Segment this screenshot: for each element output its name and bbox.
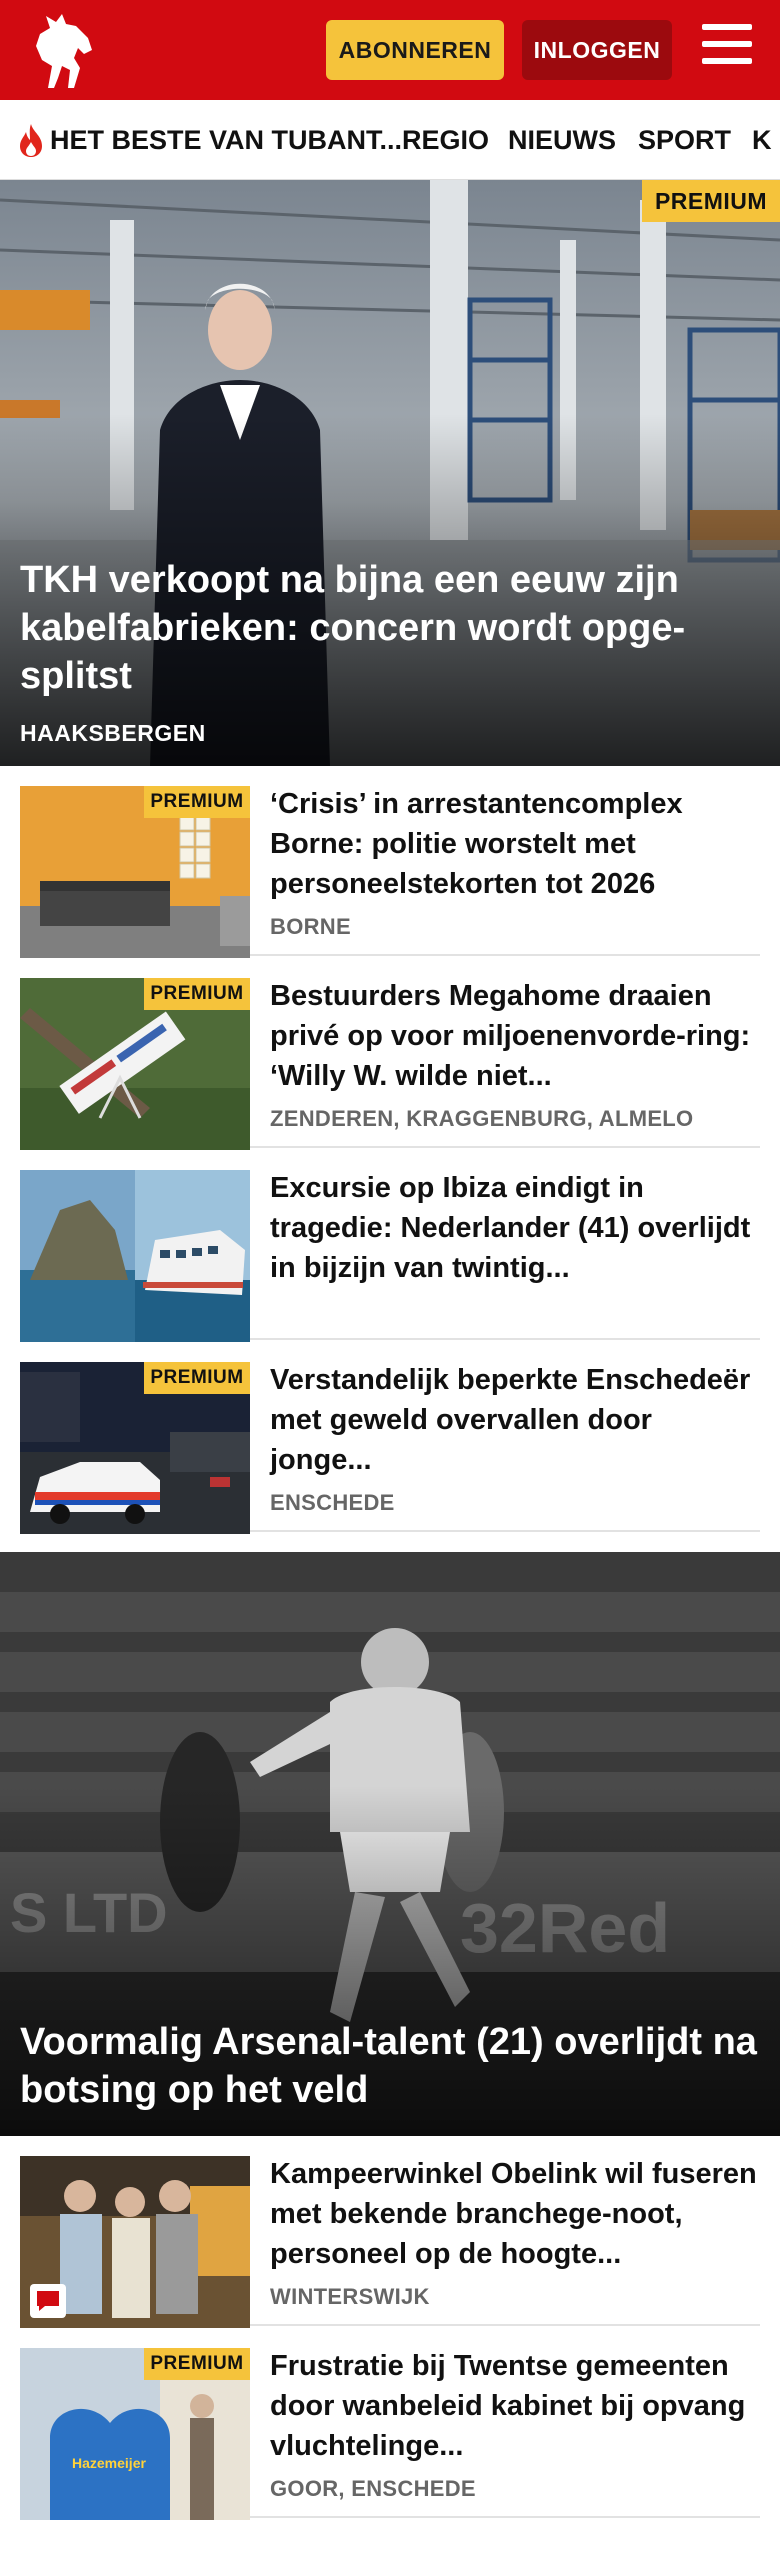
list-item[interactable]: Kampeerwinkel Obelink wil fuseren met be… (20, 2136, 760, 2328)
article-thumbnail (20, 1170, 250, 1342)
article-title[interactable]: Kampeerwinkel Obelink wil fuseren met be… (270, 2154, 760, 2274)
article-location: GOOR, ENSCHEDE (270, 2476, 476, 2501)
premium-badge: PREMIUM (144, 978, 250, 1010)
login-button[interactable]: INLOGGEN (522, 20, 672, 80)
premium-badge: PREMIUM (144, 2348, 250, 2380)
hero-location: HAAKSBERGEN (20, 720, 206, 746)
list-item[interactable]: Hazemeijer PREMIUM Frustratie bij Twents… (20, 2328, 760, 2520)
hamburger-menu-icon[interactable] (700, 24, 754, 76)
subscribe-button[interactable]: ABONNEREN (326, 20, 504, 80)
article-location: WINTERSWIJK (270, 2284, 430, 2309)
article-title[interactable]: Verstandelijk beperkte Enschedeër met ge… (270, 1360, 760, 1480)
tubantia-horse-logo[interactable] (18, 8, 108, 92)
article-title[interactable]: Bestuurders Megahome draaien privé op vo… (270, 976, 760, 1096)
hero-title[interactable]: TKH verkoopt na bijna een eeuw zijn kabe… (20, 556, 760, 700)
premium-badge: PREMIUM (144, 786, 250, 818)
flame-icon (20, 124, 42, 157)
list-item[interactable]: Excursie op Ibiza eindigt in tragedie: N… (20, 1150, 760, 1342)
hero-article-tkh[interactable]: PREMIUM TKH verkoopt na bijna een eeuw z… (0, 180, 780, 766)
article-thumbnail (20, 2156, 250, 2328)
article-location: BORNE (270, 914, 351, 939)
article-thumbnail: PREMIUM (20, 978, 250, 1150)
nav-item-nieuws[interactable]: NIEUWS (508, 100, 616, 179)
article-thumbnail: PREMIUM (20, 786, 250, 958)
article-location: ZENDEREN, KRAGGENBURG, ALMELO (270, 1106, 694, 1131)
article-thumbnail: PREMIUM (20, 1362, 250, 1534)
premium-badge: PREMIUM (642, 180, 780, 222)
list-item[interactable]: PREMIUM ‘Crisis’ in arrestantencomplex B… (20, 766, 760, 958)
comment-icon (30, 2284, 66, 2318)
article-location: ENSCHEDE (270, 1490, 395, 1515)
article-title[interactable]: Excursie op Ibiza eindigt in tragedie: N… (270, 1168, 760, 1288)
article-title[interactable]: ‘Crisis’ in arrestantencomplex Borne: po… (270, 784, 760, 904)
list-item[interactable]: PREMIUM Verstandelijk beperkte Enschedeë… (20, 1342, 760, 1534)
premium-badge: PREMIUM (144, 1362, 250, 1394)
nav-item-sport[interactable]: SPORT (638, 100, 731, 179)
hero-title[interactable]: Voormalig Arsenal-talent (21) overlijdt … (20, 2018, 760, 2114)
article-thumbnail: Hazemeijer PREMIUM (20, 2348, 250, 2520)
nav-item-more[interactable]: K (752, 100, 772, 179)
nav-item-best-of[interactable]: HET BESTE VAN TUBANT... (50, 100, 402, 179)
section-nav: HET BESTE VAN TUBANT... REGIO NIEUWS SPO… (0, 100, 780, 180)
article-title[interactable]: Frustratie bij Twentse gemeenten door wa… (270, 2346, 760, 2466)
svg-text:Hazemeijer: Hazemeijer (72, 2455, 146, 2471)
hero-article-arsenal[interactable]: S LTD 32Red Voormalig Arsenal-talent (21… (0, 1552, 780, 2136)
list-item[interactable]: PREMIUM Bestuurders Megahome draaien pri… (20, 958, 760, 1150)
nav-item-regio[interactable]: REGIO (402, 100, 489, 179)
top-header: ABONNEREN INLOGGEN (0, 0, 780, 100)
